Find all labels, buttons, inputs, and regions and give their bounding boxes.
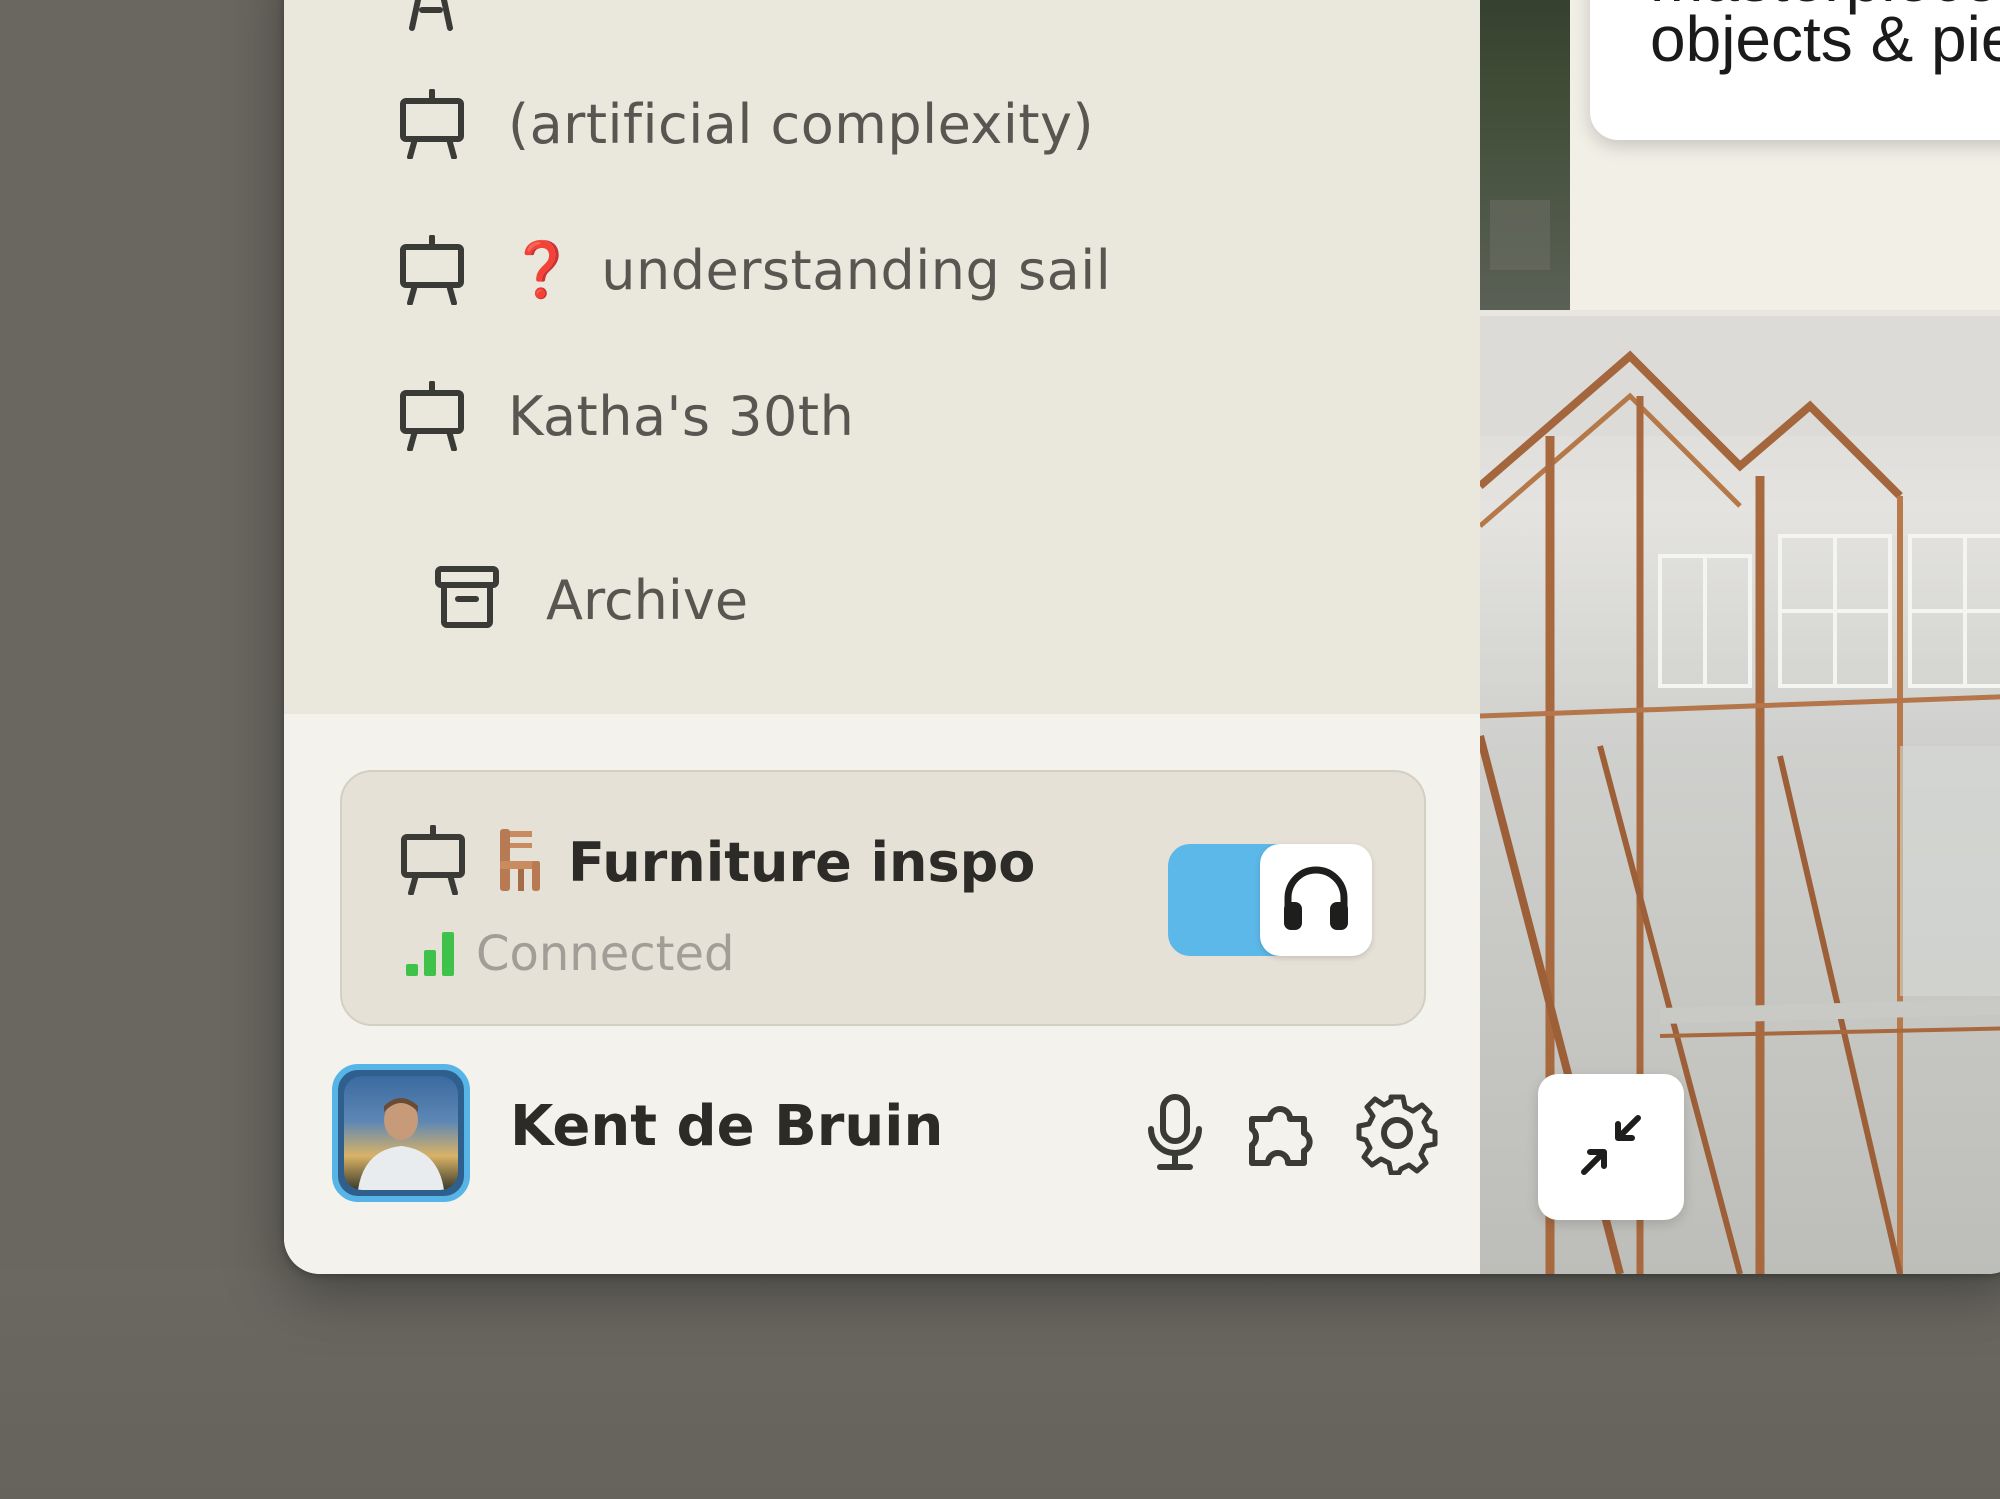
easel-icon: [396, 88, 468, 160]
sidebar-item-label: Katha's 30th: [508, 384, 855, 448]
question-mark-emoji: ❓: [508, 238, 576, 301]
puzzle-icon[interactable]: [1244, 1088, 1334, 1178]
signal-strength-icon: [404, 928, 460, 980]
text-card[interactable]: masterpieces, objects & piec: [1590, 0, 2000, 140]
microphone-icon[interactable]: [1130, 1088, 1220, 1178]
desktop-background: [0, 1270, 2000, 1499]
user-name: Kent de Bruin: [510, 1094, 944, 1159]
archive-icon: [432, 563, 502, 637]
sidebar-item-artificial-complexity[interactable]: (artificial complexity): [396, 84, 1094, 164]
minimize-icon: [1576, 1110, 1646, 1184]
sidebar-footer: Furniture inspo Connected Kent de Bruin: [284, 714, 1480, 1274]
easel-icon: [398, 824, 468, 899]
gear-icon[interactable]: [1352, 1088, 1442, 1178]
connection-status: Connected: [404, 922, 734, 986]
minimize-button[interactable]: [1538, 1074, 1684, 1220]
sidebar-item-understanding-sail[interactable]: ❓ understanding sail: [396, 230, 1111, 310]
board-title: Furniture inspo: [568, 830, 1036, 894]
sidebar-item-archive[interactable]: Archive: [432, 560, 748, 640]
sidebar-item-label: understanding sail: [601, 238, 1112, 302]
status-label: Connected: [476, 926, 735, 982]
sidebar-item-label: (artificial complexity): [508, 92, 1095, 156]
easel-icon: [396, 380, 468, 452]
board-title-row: Furniture inspo: [398, 822, 1035, 902]
app-window: (artificial complexity) ❓ understanding …: [284, 0, 2000, 1274]
archive-label: Archive: [546, 568, 749, 632]
active-board-card[interactable]: Furniture inspo Connected: [340, 770, 1426, 1026]
toggle-knob: [1260, 844, 1372, 956]
sidebar: (artificial complexity) ❓ understanding …: [284, 0, 1480, 1274]
sidebar-item-kathas-30th[interactable]: Katha's 30th: [396, 376, 854, 456]
avatar[interactable]: [332, 1064, 470, 1202]
card-text-line: objects & piec: [1650, 3, 2000, 75]
plant-photo: [1480, 0, 1570, 310]
avatar-photo: [344, 1076, 458, 1190]
headphones-icon: [1276, 858, 1356, 942]
user-row: Kent de Bruin: [332, 1064, 1442, 1204]
partial-list-item: [396, 0, 466, 40]
chair-icon: [492, 825, 548, 899]
audio-toggle[interactable]: [1168, 844, 1372, 956]
easel-icon: [396, 234, 468, 306]
paper-note: masterpieces, objects & piec: [1570, 0, 2000, 310]
